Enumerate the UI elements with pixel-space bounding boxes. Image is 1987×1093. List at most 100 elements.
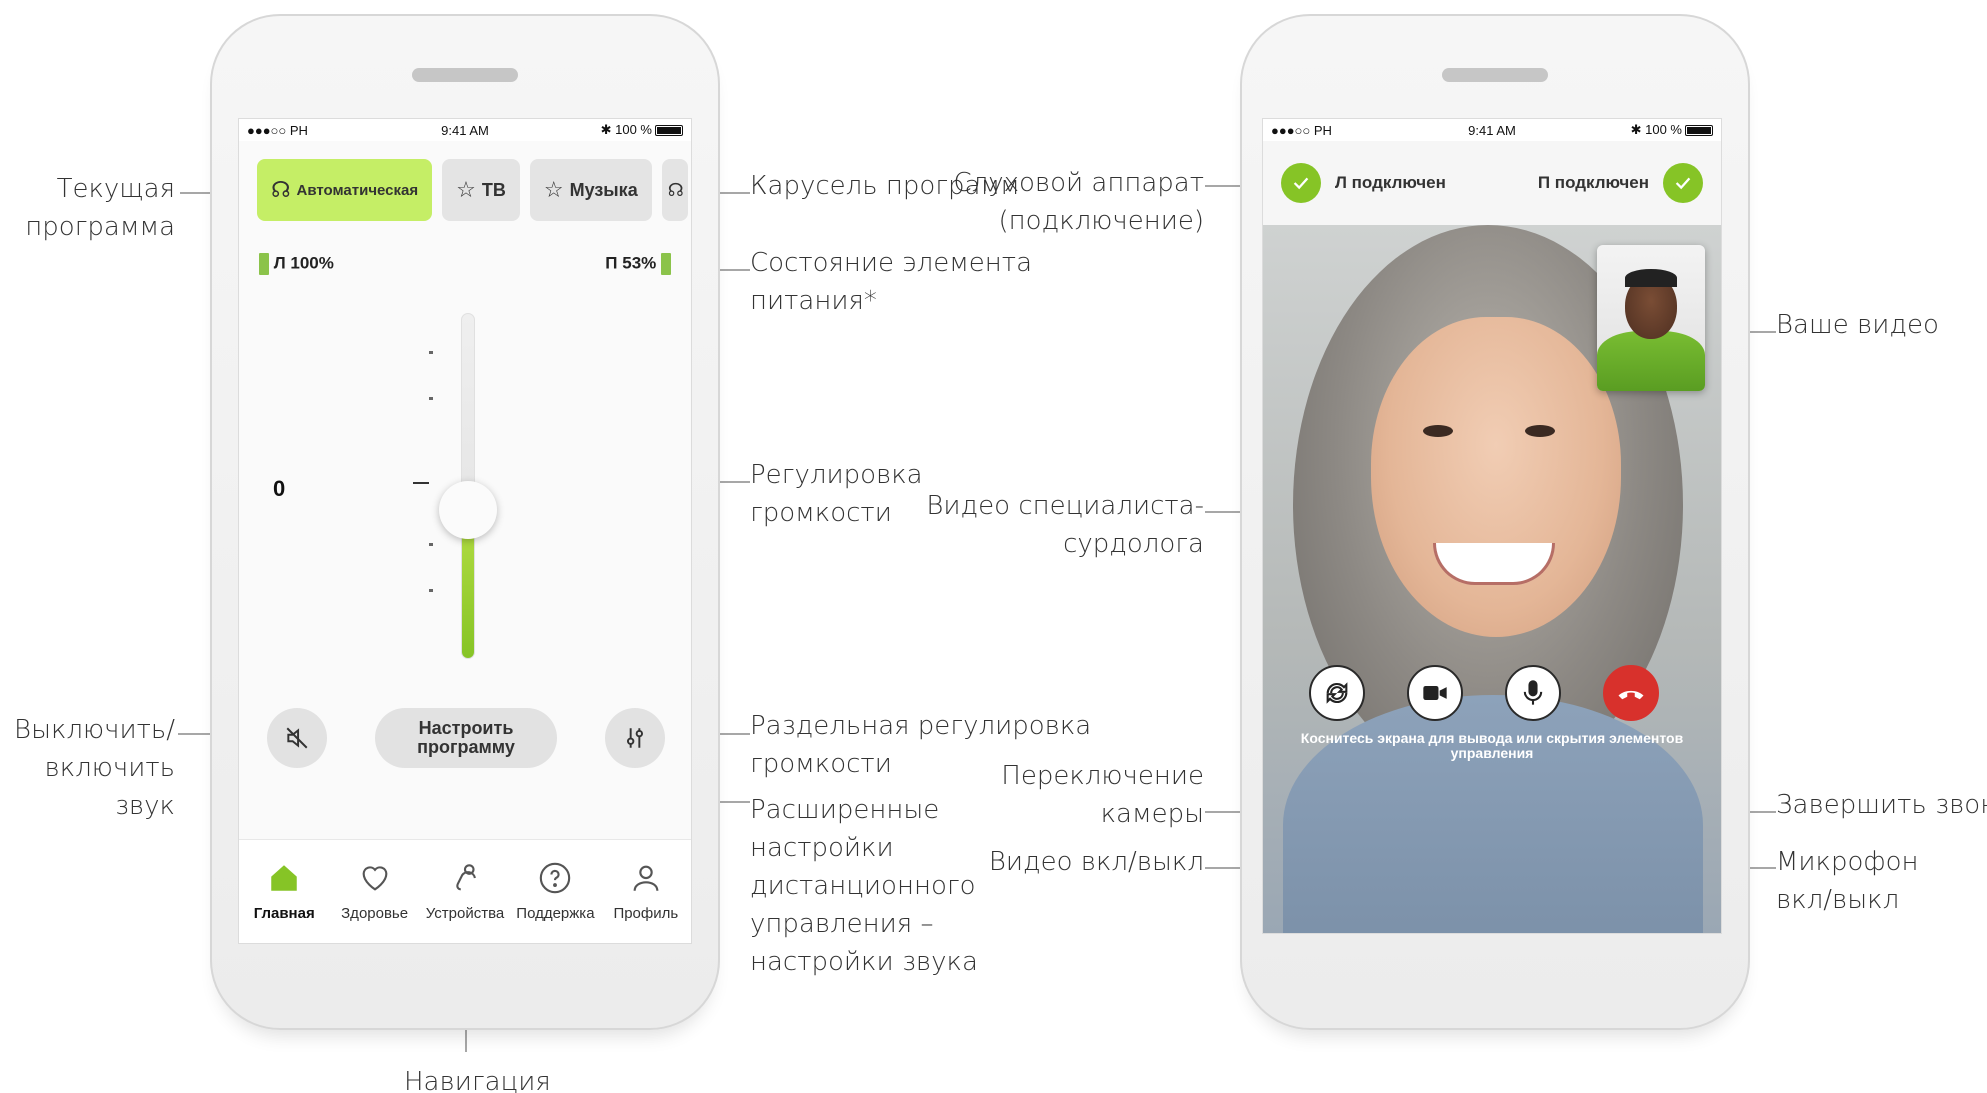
nav-label: Здоровье (341, 905, 409, 922)
phone-speaker (1442, 68, 1548, 82)
heart-icon (362, 866, 388, 891)
battery-cell-icon (259, 253, 269, 275)
program-label: Музыка (569, 179, 638, 200)
more-program-icon: ☊ (667, 179, 684, 200)
battery-cell-icon (661, 253, 671, 275)
nav-label: Профиль (613, 905, 679, 922)
phone-video-call: ●●●○○ PH 9:41 AM ✱ 100 % Л подключен П п… (1240, 14, 1750, 1030)
microphone-icon (1523, 680, 1543, 705)
check-icon (1281, 163, 1321, 203)
hearing-aid-connection-bar: Л подключен П подключен (1263, 141, 1721, 225)
right-connected-label: П подключен (1537, 173, 1649, 192)
bluetooth-icon: ✱ (1630, 122, 1642, 137)
home-icon (271, 865, 297, 891)
callout-mute: Выключить/ включить звук (14, 715, 175, 821)
nav-item-profile[interactable]: Профиль (601, 840, 691, 943)
phone-battery: ✱ 100 % (1631, 122, 1713, 138)
phone-battery-label: 100 % (615, 122, 652, 137)
volume-tick (429, 351, 433, 354)
nav-label: Устройства (425, 905, 505, 922)
callout-navigation: Навигация (404, 1067, 551, 1093)
nav-label: Главная (253, 905, 315, 922)
program-chip-automatic[interactable]: ☊ Автоматическая (257, 159, 433, 221)
video-toggle-button[interactable] (1407, 665, 1463, 721)
callout-end-call: Завершить звонок (1776, 790, 1987, 820)
callout-switch-camera: Переключение камеры (1001, 761, 1204, 829)
clock: 9:41 AM (441, 122, 489, 138)
volume-zero-tick (413, 482, 429, 484)
battery-status-row: Л 100% П 53% (259, 253, 671, 275)
battery-icon (655, 125, 683, 137)
volume-value: 0 (273, 476, 286, 501)
mute-button[interactable] (267, 708, 327, 768)
phone-battery: ✱ 100 % (601, 122, 683, 138)
ear-icon: ☊ (271, 177, 291, 202)
nav-item-support[interactable]: Поддержка (510, 840, 600, 943)
nav-item-health[interactable]: Здоровье (329, 840, 419, 943)
nav-item-devices[interactable]: Устройства (420, 840, 510, 943)
end-call-button[interactable] (1603, 665, 1659, 721)
battery-left: Л 100% (259, 253, 334, 275)
program-label: ТВ (481, 179, 506, 200)
nav-item-home[interactable]: Главная (239, 840, 329, 943)
star-icon: ☆ (543, 177, 564, 202)
switch-camera-icon (1326, 682, 1348, 704)
split-volume-button[interactable] (605, 708, 665, 768)
adjust-program-button[interactable]: Настроить программу (375, 708, 557, 768)
battery-icon (1685, 125, 1713, 137)
speaker-off-icon (286, 727, 308, 749)
phone-remote-control: ●●●○○ PH 9:41 AM ✱ 100 % ☊ Автоматическа… (210, 14, 720, 1030)
specialist-face (1371, 317, 1621, 637)
program-label: Автоматическая (296, 181, 419, 199)
callout-video-toggle: Видео вкл/выкл (988, 847, 1204, 877)
callout-battery-state: Состояние элемента питания* (750, 248, 1033, 316)
phone-speaker (412, 68, 518, 82)
phone-battery-label: 100 % (1645, 122, 1682, 137)
help-icon (540, 862, 571, 894)
callout-microphone: Микрофон вкл/выкл (1776, 847, 1919, 915)
program-chip-tv[interactable]: ☆ ТВ (442, 159, 520, 221)
callout-hearing-aid-connection: Слуховой аппарат (подключение) (953, 168, 1204, 236)
hearing-aid-icon (456, 864, 476, 891)
switch-camera-button[interactable] (1309, 665, 1365, 721)
status-bar: ●●●○○ PH 9:41 AM ✱ 100 % (239, 119, 691, 141)
specialist-eye (1423, 425, 1453, 437)
end-call-icon (1618, 690, 1644, 700)
battery-left-label: Л 100% (273, 253, 334, 273)
clock: 9:41 AM (1468, 122, 1516, 138)
volume-tick (429, 397, 433, 400)
callout-your-video: Ваше видео (1776, 310, 1939, 340)
star-icon: ☆ (456, 177, 476, 202)
battery-right: П 53% (605, 253, 671, 275)
microphone-toggle-button[interactable] (1505, 665, 1561, 721)
program-chip-music[interactable]: ☆ Музыка (529, 159, 652, 221)
program-chip-more[interactable]: ☊ (661, 159, 688, 221)
right-connection-status: П подключен (1538, 163, 1703, 203)
left-connected-label: Л подключен (1335, 173, 1446, 192)
sliders-icon (626, 728, 644, 748)
bottom-navigation: Главная Здоровье Устройства Поддержка Пр… (239, 839, 691, 943)
callout-volume-control: Регулировка громкости (750, 460, 923, 528)
left-connection-status: Л подключен (1281, 163, 1446, 203)
remote-control-screen: ●●●○○ PH 9:41 AM ✱ 100 % ☊ Автоматическа… (238, 118, 692, 944)
volume-tick (429, 589, 433, 592)
carrier-signal: ●●●○○ PH (247, 122, 308, 138)
your-video[interactable] (1597, 245, 1705, 391)
person-icon (633, 865, 659, 891)
callout-current-program: Текущая программа (25, 174, 175, 242)
volume-slider-knob[interactable] (439, 481, 497, 540)
battery-right-label: П 53% (605, 253, 657, 273)
self-shirt (1597, 331, 1705, 391)
check-icon (1663, 163, 1703, 203)
nav-label: Поддержка (516, 905, 595, 922)
volume-tick (429, 543, 433, 546)
specialist-eye (1525, 425, 1555, 437)
video-icon (1423, 686, 1447, 700)
specialist-video[interactable] (1263, 225, 1721, 933)
controls-hint: Коснитесь экрана для вывода или скрытия … (1300, 730, 1684, 761)
video-call-screen: ●●●○○ PH 9:41 AM ✱ 100 % Л подключен П п… (1262, 118, 1722, 934)
callout-specialist-video: Видео специалиста- сурдолога (926, 491, 1204, 559)
program-carousel[interactable]: ☊ Автоматическая ☆ ТВ ☆ Музыка ☊ (257, 159, 688, 221)
status-bar: ●●●○○ PH 9:41 AM ✱ 100 % (1263, 119, 1721, 141)
callout-advanced-settings: Расширенные настройки дистанционного упр… (750, 795, 978, 977)
